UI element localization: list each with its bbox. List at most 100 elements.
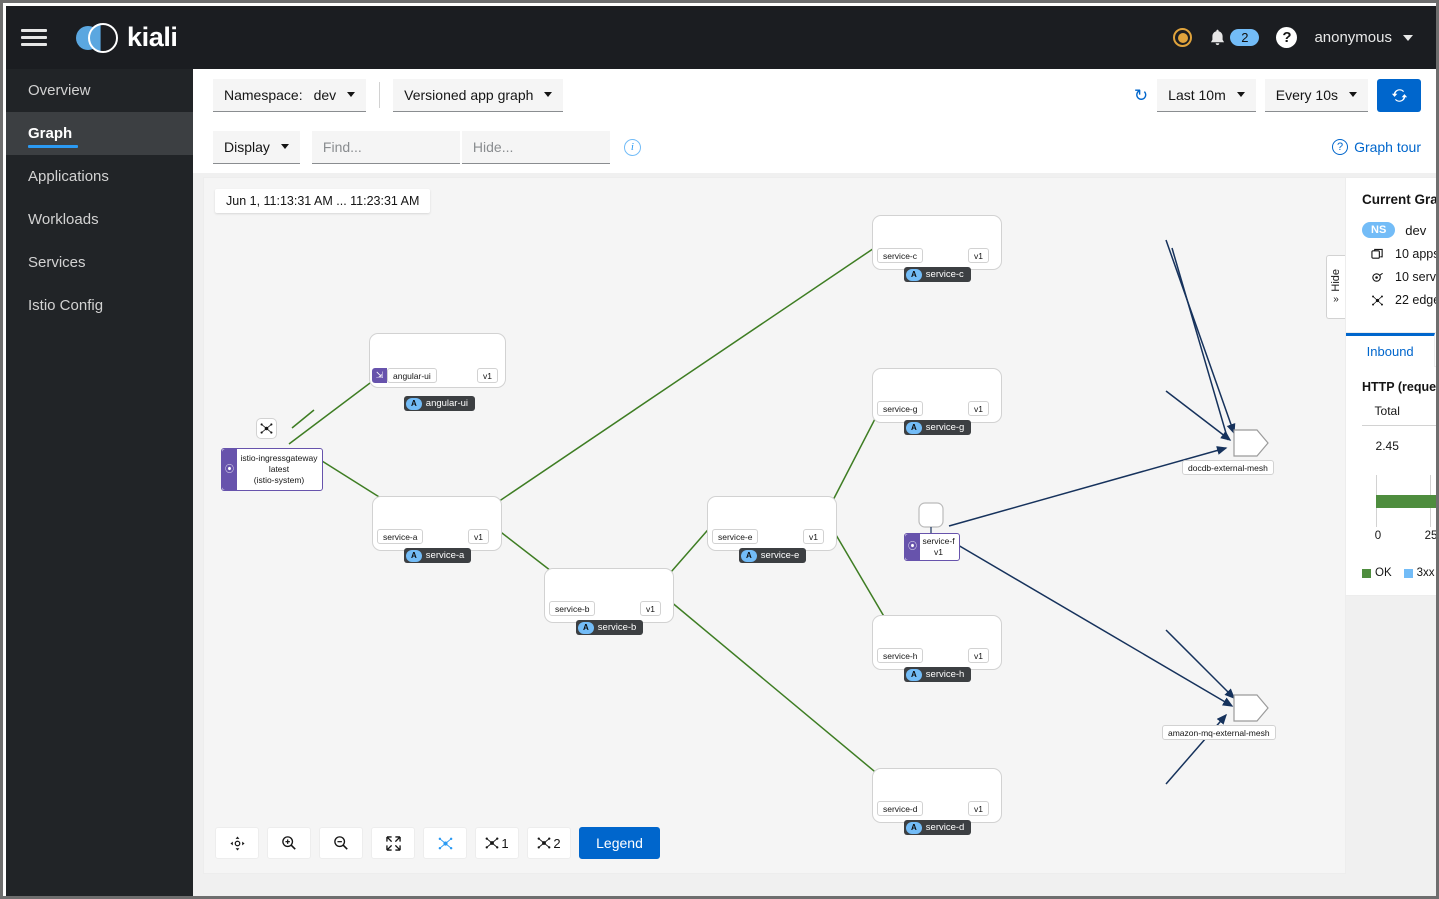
cell-total: 2.45 — [1375, 439, 1399, 453]
user-name: anonymous — [1314, 29, 1392, 46]
refresh-interval-selector[interactable]: Every 10s — [1264, 78, 1368, 112]
node-service-e-service-label: service-e — [712, 529, 759, 544]
find-input[interactable] — [311, 130, 460, 164]
node-service-h-app-badge: A service-h — [904, 667, 972, 682]
sidebar-item-graph[interactable]: Graph — [6, 112, 193, 155]
layout-1-label: 1 — [501, 835, 509, 851]
tab-inbound[interactable]: Inbound — [1346, 333, 1436, 367]
kiali-logo-icon — [76, 20, 118, 56]
amazon-mq-external-mesh-shape — [1233, 694, 1269, 722]
edges-icon — [1370, 294, 1384, 307]
drag-mode-button[interactable] — [215, 827, 259, 859]
services-icon — [1370, 271, 1384, 284]
sidebar-item-istio-config[interactable]: Istio Config — [6, 284, 193, 327]
history-icon[interactable]: ↻ — [1134, 87, 1148, 104]
namespace-selector[interactable]: Namespace: dev — [213, 78, 367, 112]
graph-canvas[interactable]: Jun 1, 11:13:31 AM ... 11:23:31 AM ⦿ ist… — [203, 177, 1346, 874]
route-icon: ⇲ — [372, 368, 387, 383]
node-service-e-app-name: service-e — [760, 550, 800, 561]
display-label: Display — [224, 138, 270, 155]
ingressgateway-line1: istio-ingressgateway — [240, 453, 318, 463]
brand[interactable]: kiali — [76, 20, 178, 56]
node-service-a-app-badge: A service-a — [404, 548, 472, 563]
info-icon[interactable]: i — [623, 138, 641, 156]
notifications-button[interactable]: 2 — [1209, 28, 1260, 47]
zoom-in-button[interactable] — [267, 827, 311, 859]
masthead-actions: 2 ? anonymous — [1173, 27, 1436, 48]
user-menu[interactable]: anonymous — [1314, 29, 1413, 46]
node-service-f[interactable]: ⦿ service-f v1 — [904, 533, 960, 562]
node-service-d-app-badge: A service-d — [904, 820, 972, 835]
tab-outbound[interactable]: Outbound — [1435, 333, 1436, 367]
sidebar-item-workloads[interactable]: Workloads — [6, 198, 193, 241]
mesh-topology-icon[interactable] — [256, 418, 277, 439]
layout-2-label: 2 — [553, 835, 561, 851]
sidebar-item-overview[interactable]: Overview — [6, 69, 193, 112]
app-pill-letter: A — [406, 549, 422, 562]
summary-side-panel: Current Graph: NS dev ✓ 10 apps (10 vers… — [1345, 177, 1436, 874]
node-angular-ui-app-name: angular-ui — [425, 398, 469, 409]
metrics-title: HTTP (requests per second): — [1362, 380, 1437, 394]
legend-item-3xx: 3xx — [1403, 567, 1435, 579]
stat-apps-text: 10 apps (10 versions) — [1395, 247, 1439, 261]
brand-name: kiali — [127, 22, 178, 52]
graph-tour-button[interactable]: ? Graph tour — [1332, 139, 1436, 155]
node-service-g-app-name: service-g — [925, 422, 965, 433]
node-docdb-external-mesh-label[interactable]: docdb-external-mesh — [1182, 460, 1274, 475]
node-service-b-app-name: service-b — [597, 622, 637, 633]
zoom-out-button[interactable] — [319, 827, 363, 859]
zoom-out-icon — [334, 836, 348, 850]
app-pill-letter: A — [741, 549, 757, 562]
node-service-d-version-label: v1 — [968, 801, 989, 816]
node-service-g-service-label: service-g — [877, 401, 924, 416]
app-pill-letter: A — [906, 421, 922, 434]
layout-default-button[interactable] — [423, 827, 467, 859]
node-service-a-version-label: v1 — [468, 529, 489, 544]
ingressgateway-line2: latest — [268, 464, 290, 475]
hamburger-icon[interactable] — [6, 6, 62, 69]
table-header-row: Total %Success %Error — [1362, 404, 1436, 426]
help-icon[interactable]: ? — [1276, 27, 1298, 48]
layout-1-button[interactable]: 1 — [475, 827, 519, 859]
sidebar-item-services[interactable]: Services — [6, 241, 193, 284]
node-service-f-service-label: service-f — [922, 536, 955, 546]
display-menu-button[interactable]: Display — [213, 130, 300, 164]
chevron-right-double-icon: » — [1333, 293, 1339, 305]
legend-button[interactable]: Legend — [579, 827, 660, 859]
col-success: %Success — [1412, 404, 1436, 426]
topology-icon — [537, 837, 551, 849]
refresh-interval-value: Every 10s — [1275, 86, 1338, 103]
node-service-e-app-badge: A service-e — [739, 548, 807, 563]
divider — [379, 82, 381, 108]
status-ring-icon[interactable] — [1173, 28, 1193, 47]
node-service-c-service-label: service-c — [877, 248, 924, 263]
fit-to-screen-button[interactable] — [371, 827, 415, 859]
stat-edges-text: 22 edges — [1395, 293, 1436, 307]
col-total: Total — [1362, 404, 1413, 426]
move-icon — [229, 835, 245, 851]
node-angular-ui-app-badge: A angular-ui — [404, 396, 476, 411]
hide-tab-label: Hide — [1330, 269, 1342, 292]
time-range-selector[interactable]: Last 10m — [1157, 78, 1256, 112]
node-angular-ui-version-label: v1 — [477, 368, 498, 383]
sidebar-item-applications[interactable]: Applications — [6, 155, 193, 198]
node-service-h-version-label: v1 — [968, 648, 989, 663]
refresh-button[interactable] — [1377, 78, 1421, 112]
graph-type-selector[interactable]: Versioned app graph — [393, 78, 564, 112]
layout-2-button[interactable]: 2 — [527, 827, 571, 859]
node-istio-ingressgateway[interactable]: ⦿ istio-ingressgateway latest (istio-sys… — [221, 448, 323, 492]
node-amazon-mq-external-mesh-label[interactable]: amazon-mq-external-mesh — [1162, 725, 1276, 740]
circle-arrow-icon: ⦿ — [222, 449, 237, 491]
node-service-c-app-name: service-c — [925, 269, 964, 280]
metrics-table: Total %Success %Error 2.45 100.00 0.00 — [1362, 404, 1436, 453]
zoom-in-icon — [282, 836, 296, 850]
time-range-value: Last 10m — [1168, 86, 1226, 103]
node-service-h-app-name: service-h — [925, 669, 965, 680]
metrics-section: HTTP (requests per second): Total %Succe… — [1346, 367, 1437, 595]
node-internals-service-f — [918, 502, 944, 534]
chevron-down-icon — [280, 144, 289, 149]
hide-input[interactable] — [461, 130, 610, 164]
chart-bar-ok — [1376, 495, 1436, 508]
hide-side-panel-tab[interactable]: Hide » — [1326, 255, 1345, 319]
legend-label-3xx: 3xx — [1416, 567, 1435, 579]
